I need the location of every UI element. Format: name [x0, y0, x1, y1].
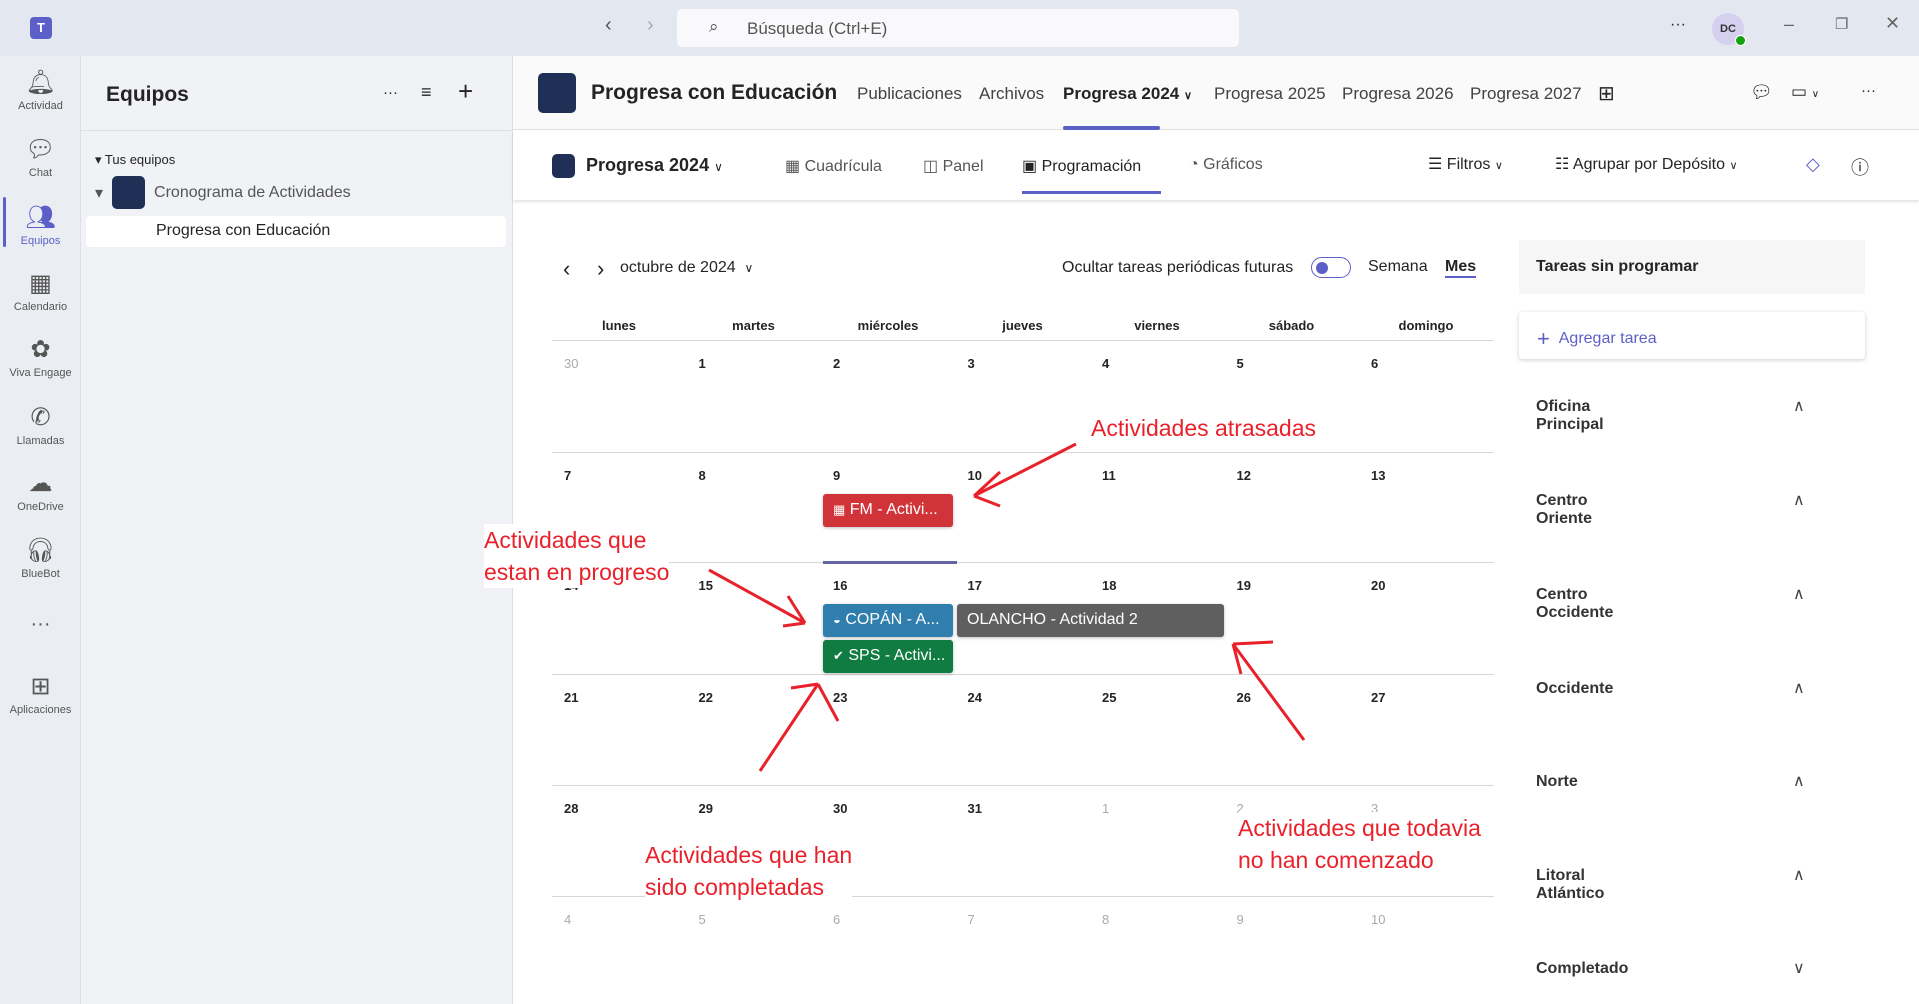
phone-icon: ✆	[30, 404, 51, 431]
close-icon[interactable]: ✕	[1885, 13, 1900, 34]
rail-actividad[interactable]: 🔔︎ Actividad	[0, 68, 81, 112]
more-options-icon[interactable]: ···	[383, 84, 398, 101]
chat-icon: 💬︎	[25, 136, 56, 163]
title-bar: T ‹ › ⌕ Búsqueda (Ctrl+E) ··· DC – ❐ ✕	[0, 0, 1919, 56]
annotation-in-progress: Actividades que estan en progreso	[484, 524, 670, 588]
annotation-completed: Actividades que han sido completadas	[645, 839, 853, 903]
bell-icon: 🔔︎	[25, 69, 56, 96]
viva-icon: ✿	[30, 336, 51, 363]
panel-title: Equipos	[106, 83, 189, 106]
plus-box-icon: ⊞	[30, 673, 51, 700]
rail-equipos[interactable]: 👥︎ Equipos	[0, 203, 81, 247]
more-icon[interactable]: ···	[1670, 16, 1686, 34]
filter-icon[interactable]: ≡	[421, 82, 432, 103]
divider	[81, 130, 513, 131]
status-available-icon	[1735, 35, 1746, 46]
channel-item[interactable]: Progresa con Educación	[86, 216, 506, 247]
calendar-icon: ▦	[29, 270, 52, 297]
main-area: Progresa con Educación Publicaciones Arc…	[484, 56, 1919, 1004]
team-item[interactable]: ▾ Cronograma de Actividades	[95, 176, 351, 209]
back-icon[interactable]: ‹	[605, 14, 612, 37]
bot-icon: 🎧︎	[25, 537, 56, 564]
add-icon[interactable]: +	[458, 76, 473, 107]
rail-chat[interactable]: 💬︎ Chat	[0, 135, 81, 179]
teams-panel: Equipos ··· ≡ + ▾ Tus equipos ▾ Cronogram…	[81, 56, 513, 1004]
minimize-icon[interactable]: –	[1784, 14, 1794, 35]
teams-logo: T	[30, 17, 52, 39]
rail-viva-engage[interactable]: ✿ Viva Engage	[0, 335, 81, 379]
teams-icon: 👥︎	[25, 204, 56, 231]
restore-icon[interactable]: ❐	[1835, 15, 1848, 33]
cloud-icon: ☁︎	[28, 470, 53, 497]
rail-bluebot[interactable]: 🎧︎ BlueBot	[0, 536, 81, 580]
app-rail: 🔔︎ Actividad 💬︎ Chat 👥︎ Equipos ▦ Calendario…	[0, 56, 81, 1004]
rail-aplicaciones[interactable]: ⊞ Aplicaciones	[0, 672, 81, 716]
avatar[interactable]: DC	[1712, 13, 1746, 46]
rail-calendario[interactable]: ▦ Calendario	[0, 269, 81, 313]
annotation-late: Actividades atrasadas	[1091, 412, 1317, 444]
annotation-not-started: Actividades que todavia no han comenzado	[1238, 812, 1481, 876]
team-logo	[112, 176, 146, 209]
rail-llamadas[interactable]: ✆ Llamadas	[0, 403, 81, 447]
search-icon: ⌕	[709, 17, 719, 36]
rail-onedrive[interactable]: ☁︎ OneDrive	[0, 469, 81, 513]
section-tus-equipos[interactable]: ▾ Tus equipos	[95, 152, 175, 168]
forward-icon[interactable]: ›	[647, 14, 654, 37]
more-apps-icon[interactable]: ···	[0, 613, 81, 636]
search-input[interactable]: ⌕ Búsqueda (Ctrl+E)	[677, 9, 1239, 47]
